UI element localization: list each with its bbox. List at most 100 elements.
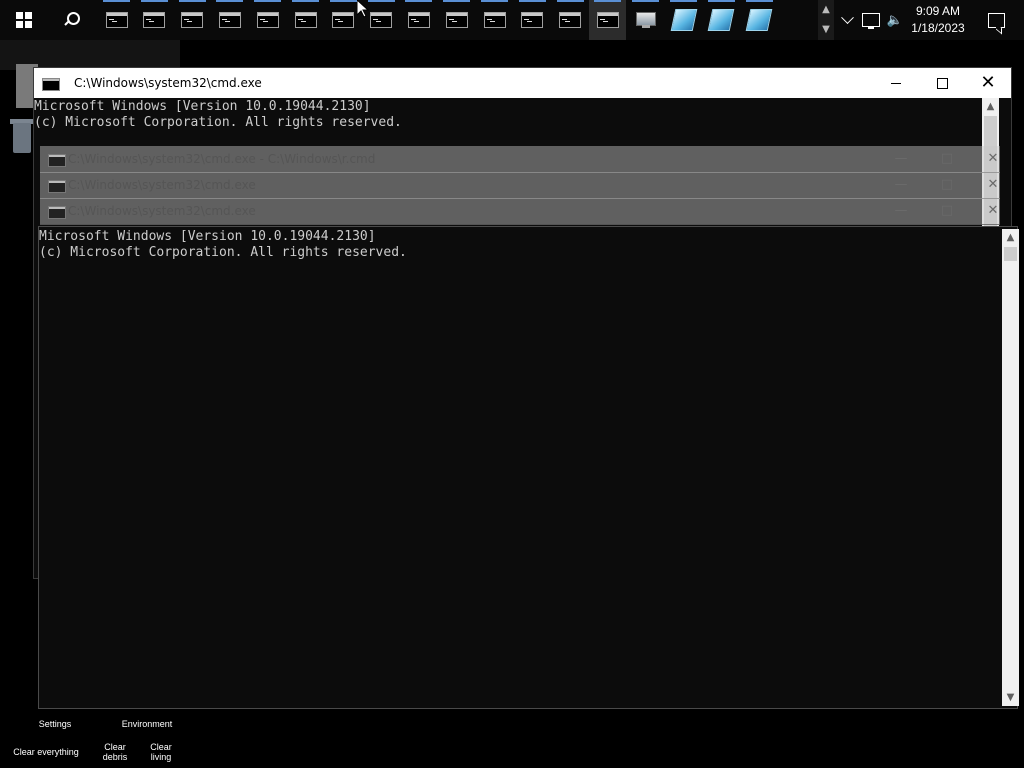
running-indicator bbox=[178, 0, 206, 2]
minimize-button[interactable]: — bbox=[886, 198, 916, 224]
cmd-window-front[interactable]: Microsoft Windows [Version 10.0.19044.21… bbox=[38, 226, 1019, 709]
cmd-icon bbox=[256, 12, 279, 28]
environment-button[interactable]: Environment bbox=[114, 719, 180, 729]
taskbar-app-button[interactable] bbox=[476, 0, 513, 40]
cmd-icon bbox=[483, 12, 506, 28]
clear-debris-button[interactable]: Clear debris bbox=[96, 742, 134, 762]
cmd-icon bbox=[294, 12, 317, 28]
taskbar-app-button[interactable] bbox=[552, 0, 589, 40]
scroll-up-icon[interactable]: ▲ bbox=[982, 98, 999, 115]
taskbar-app-button[interactable] bbox=[438, 0, 475, 40]
taskbar-app-button[interactable] bbox=[741, 0, 778, 40]
clear-living-label-2: living bbox=[150, 752, 172, 762]
cmd-icon bbox=[143, 12, 166, 28]
scroll-up-icon[interactable]: ▲ bbox=[1002, 229, 1019, 246]
search-button[interactable] bbox=[52, 0, 92, 40]
taskbar-app-button[interactable] bbox=[211, 0, 248, 40]
clear-debris-label-1: Clear bbox=[104, 742, 126, 752]
notification-icon bbox=[987, 12, 1005, 28]
cmd-icon bbox=[407, 12, 430, 28]
console-line: (c) Microsoft Corporation. All rights re… bbox=[39, 245, 407, 260]
maximize-button[interactable] bbox=[919, 68, 965, 98]
clear-debris-label-2: debris bbox=[102, 752, 128, 762]
close-button[interactable]: ✕ bbox=[978, 198, 1008, 224]
taskbar-app-button[interactable] bbox=[174, 0, 211, 40]
taskbar-app-button[interactable] bbox=[665, 0, 702, 40]
console-line: (c) Microsoft Corporation. All rights re… bbox=[34, 115, 402, 130]
cmd-icon bbox=[332, 12, 355, 28]
app-pane-icon bbox=[745, 9, 773, 31]
clear-living-label-1: Clear bbox=[150, 742, 172, 752]
cmd-icon bbox=[445, 12, 468, 28]
console-line: Microsoft Windows [Version 10.0.19044.21… bbox=[34, 99, 371, 114]
network-button[interactable] bbox=[860, 0, 882, 40]
cmd-icon bbox=[181, 12, 204, 28]
app-pane-icon bbox=[707, 9, 735, 31]
volume-icon: 🔈 bbox=[886, 12, 904, 28]
vertical-scrollbar[interactable]: ▲ ▼ bbox=[1002, 229, 1019, 706]
window-title: C:\Windows\system32\cmd.exe bbox=[68, 204, 256, 218]
show-hidden-icons-button[interactable] bbox=[836, 0, 858, 40]
running-indicator bbox=[632, 0, 660, 2]
scrollbar-thumb[interactable] bbox=[1004, 247, 1017, 261]
cmd-icon bbox=[218, 12, 241, 28]
cmd-icon bbox=[521, 12, 544, 28]
running-indicator bbox=[103, 0, 130, 2]
close-button[interactable]: ✕ bbox=[978, 146, 1008, 172]
clear-everything-button[interactable]: Clear everything bbox=[6, 747, 86, 757]
ghost-window-titlebar[interactable]: C:\Windows\system32\cmd.exe — □ ✕ bbox=[40, 198, 1000, 225]
minimize-button[interactable]: — bbox=[886, 172, 916, 198]
running-indicator bbox=[745, 0, 773, 2]
clock-date: 1/18/2023 bbox=[911, 21, 965, 35]
chevron-up-icon[interactable]: ▲ bbox=[818, 0, 834, 20]
console-line: Microsoft Windows [Version 10.0.19044.21… bbox=[39, 229, 376, 244]
settings-button[interactable]: Settings bbox=[32, 719, 78, 729]
taskbar-app-button[interactable] bbox=[627, 0, 664, 40]
taskbar-app-button[interactable] bbox=[589, 0, 627, 40]
running-indicator bbox=[707, 0, 735, 2]
taskbar-app-list bbox=[98, 0, 818, 40]
maximize-button[interactable]: □ bbox=[932, 172, 962, 198]
system-tray: 🔈 9:09 AM 1/18/2023 bbox=[836, 0, 1024, 40]
search-icon bbox=[64, 12, 80, 28]
running-indicator bbox=[481, 0, 508, 2]
running-indicator bbox=[140, 0, 168, 2]
taskbar-app-button[interactable] bbox=[249, 0, 286, 40]
volume-button[interactable]: 🔈 bbox=[884, 0, 906, 40]
running-indicator bbox=[254, 0, 282, 2]
maximize-icon bbox=[936, 77, 948, 89]
taskbar-app-button[interactable] bbox=[703, 0, 740, 40]
taskbar-scroll[interactable]: ▲ ▼ bbox=[818, 0, 834, 40]
taskbar-app-button[interactable] bbox=[287, 0, 324, 40]
running-indicator bbox=[670, 0, 697, 2]
running-indicator bbox=[216, 0, 244, 2]
clear-living-button[interactable]: Clear living bbox=[142, 742, 180, 762]
taskbar-app-button[interactable] bbox=[400, 0, 437, 40]
minimize-button[interactable] bbox=[873, 68, 919, 98]
ghost-window-titlebar[interactable]: C:\Windows\system32\cmd.exe — □ ✕ bbox=[40, 172, 1000, 199]
scroll-down-icon[interactable]: ▼ bbox=[1002, 689, 1019, 706]
maximize-button[interactable]: □ bbox=[932, 198, 962, 224]
chevron-down-icon[interactable]: ▼ bbox=[818, 20, 834, 40]
close-button[interactable]: ✕ bbox=[978, 172, 1008, 198]
close-button[interactable]: ✕ bbox=[965, 68, 1011, 98]
minimize-icon bbox=[891, 82, 901, 84]
ghost-window-titlebar[interactable]: C:\Windows\system32\cmd.exe - C:\Windows… bbox=[40, 146, 1000, 173]
maximize-button[interactable]: □ bbox=[932, 146, 962, 172]
cmd-icon bbox=[105, 12, 128, 28]
window-title: C:\Windows\system32\cmd.exe bbox=[74, 76, 262, 90]
running-indicator bbox=[518, 0, 546, 2]
notifications-button[interactable] bbox=[981, 0, 1011, 40]
window-titlebar[interactable]: C:\Windows\system32\cmd.exe ✕ bbox=[34, 68, 1011, 98]
taskbar-app-button[interactable] bbox=[514, 0, 551, 40]
minimize-button[interactable]: — bbox=[886, 146, 916, 172]
cmd-icon bbox=[48, 206, 66, 219]
taskbar-app-button[interactable] bbox=[136, 0, 173, 40]
clock[interactable]: 9:09 AM 1/18/2023 bbox=[906, 3, 970, 37]
cmd-icon bbox=[48, 180, 66, 193]
cmd-icon bbox=[48, 154, 66, 167]
window-title: C:\Windows\system32\cmd.exe bbox=[68, 178, 256, 192]
taskbar: ▲ ▼ 🔈 9:09 AM 1/18/2023 bbox=[0, 0, 1024, 40]
start-button[interactable] bbox=[4, 0, 44, 40]
taskbar-app-button[interactable] bbox=[98, 0, 135, 40]
